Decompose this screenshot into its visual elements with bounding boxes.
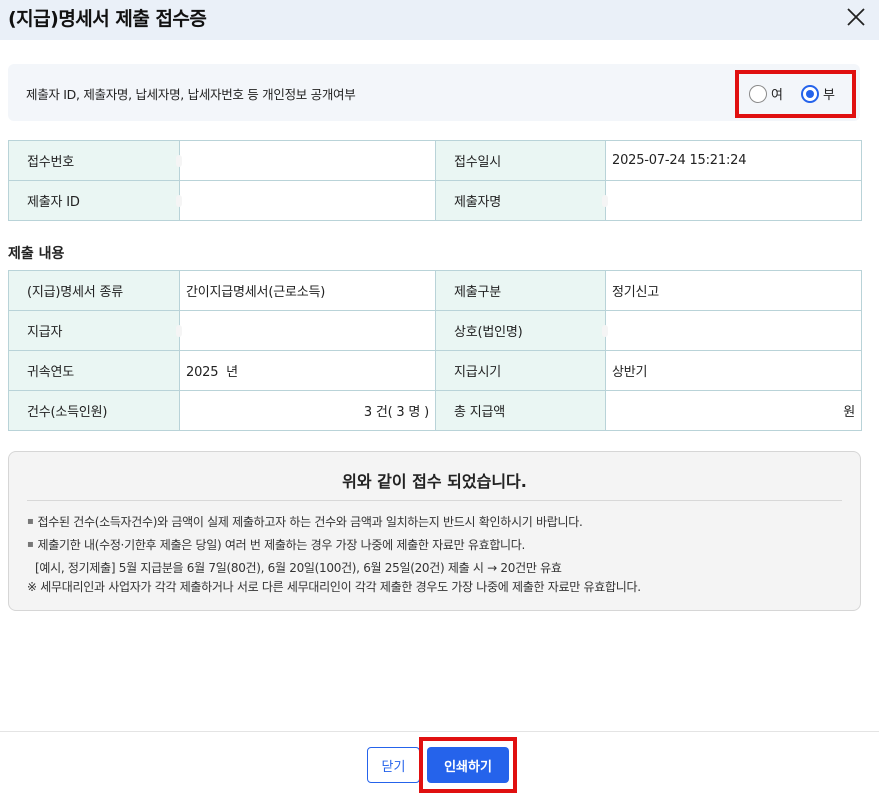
close-icon[interactable] [843,4,869,30]
submit-type-value: 정기신고 [605,270,862,311]
notice-divider [27,500,842,501]
close-button[interactable]: 닫기 [367,747,420,783]
bullet-icon: ▪ [27,539,34,550]
count-label: 건수(소득인원) [8,390,180,431]
masked-value [602,324,608,337]
submitter-name-label: 제출자명 [435,180,606,221]
print-button[interactable]: 인쇄하기 [427,747,509,783]
privacy-radio-group: 여 부 [735,70,856,118]
notice-line: ▪ 접수된 건수(소득자건수)와 금액이 실제 제출하고자 하는 건수와 금액과 … [27,513,583,530]
radio-yes[interactable]: 여 [749,84,783,103]
privacy-consent-label: 제출자 ID, 제출자명, 납세자명, 납세자번호 등 개인정보 공개여부 [26,87,356,102]
radio-no-circle[interactable] [801,84,819,103]
notice-line-text: ※ 세무대리인과 사업자가 각각 제출하거나 서로 다른 세무대리인이 각각 제… [27,580,641,594]
notice-line-text: 제출기한 내(수정·기한후 제출은 당일) 여러 번 제출하는 경우 가장 나중… [37,538,526,552]
notice-line-text: [예시, 정기제출] 5월 지급분을 6월 7일(80건), 6월 20일(10… [35,561,562,575]
receipt-date-label: 접수일시 [435,140,606,181]
table-row: 지급자 상호(법인명) [8,310,862,351]
period-label: 지급시기 [435,350,606,391]
total-amount-value: 원 [605,390,862,431]
receipt-date-value: 2025-07-24 15:21:24 [605,140,862,181]
notice-line: [예시, 정기제출] 5월 지급분을 6월 7일(80건), 6월 20일(10… [35,559,562,576]
statement-type-label: (지급)명세서 종류 [8,270,180,311]
notice-box: 위와 같이 접수 되었습니다. ▪ 접수된 건수(소득자건수)와 금액이 실제 제… [8,451,861,611]
year-label: 귀속연도 [8,350,180,391]
notice-line: ▪ 제출기한 내(수정·기한후 제출은 당일) 여러 번 제출하는 경우 가장 나… [27,536,525,553]
table-row: 제출자 ID 제출자명 [8,180,862,221]
radio-no[interactable]: 부 [801,84,835,103]
notice-line: ※ 세무대리인과 사업자가 각각 제출하거나 서로 다른 세무대리인이 각각 제… [27,578,641,595]
privacy-consent-panel: 제출자 ID, 제출자명, 납세자명, 납세자번호 등 개인정보 공개여부 여 … [8,64,860,121]
table-row: 귀속연도 2025 년 지급시기 상반기 [8,350,862,391]
receipt-no-value [176,140,436,181]
receipt-info-table: 접수번호 접수일시 2025-07-24 15:21:24 제출자 ID 제출자… [8,140,862,221]
period-value: 상반기 [605,350,862,391]
radio-no-label: 부 [823,88,835,103]
count-value: 3 건( 3 명 ) [179,390,436,431]
masked-value [176,194,182,207]
notice-line-text: 접수된 건수(소득자건수)와 금액이 실제 제출하고자 하는 건수와 금액과 일… [37,515,583,529]
payer-label: 지급자 [8,310,180,351]
dialog-title: (지급)명세서 제출 접수증 [8,8,207,30]
company-value [602,310,862,351]
section-title: 제출 내용 [8,246,65,262]
table-row: 건수(소득인원) 3 건( 3 명 ) 총 지급액 원 [8,390,862,431]
masked-value [176,154,182,167]
dialog-header: (지급)명세서 제출 접수증 [0,0,879,40]
submitter-id-label: 제출자 ID [8,180,180,221]
masked-value [602,194,608,207]
footer-divider [0,731,879,732]
company-label: 상호(법인명) [435,310,606,351]
year-value: 2025 년 [179,350,436,391]
radio-yes-label: 여 [771,88,783,103]
masked-value [176,324,182,337]
radio-yes-circle[interactable] [749,84,767,103]
submitter-name-value [602,180,862,221]
payer-value [176,310,436,351]
statement-type-value: 간이지급명세서(근로소득) [179,270,436,311]
table-row: 접수번호 접수일시 2025-07-24 15:21:24 [8,140,862,181]
notice-headline: 위와 같이 접수 되었습니다. [342,472,527,491]
receipt-no-label: 접수번호 [8,140,180,181]
submission-content-table: (지급)명세서 종류 간이지급명세서(근로소득) 제출구분 정기신고 지급자 상… [8,270,862,431]
submitter-id-value [176,180,436,221]
table-row: (지급)명세서 종류 간이지급명세서(근로소득) 제출구분 정기신고 [8,270,862,311]
bullet-icon: ▪ [27,516,34,527]
submit-type-label: 제출구분 [435,270,606,311]
print-button-highlight: 인쇄하기 [419,737,517,793]
total-amount-label: 총 지급액 [435,390,606,431]
